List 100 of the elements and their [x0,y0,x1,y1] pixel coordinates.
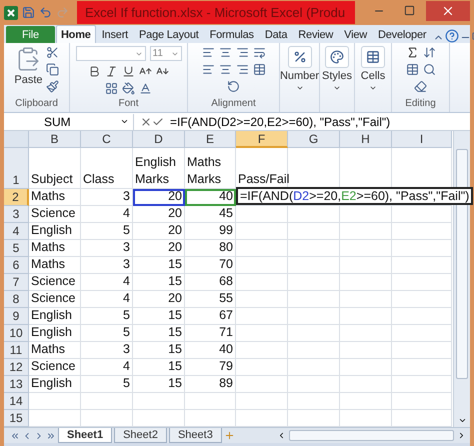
sheet-tab[interactable]: Sheet2 [114,428,167,443]
scroll-right-icon[interactable] [457,431,466,440]
enter-icon[interactable] [152,116,164,128]
table-cell: 4 [81,274,133,291]
ribbon-tab[interactable]: View [339,25,372,43]
ribbon-tab[interactable]: Formulas [204,25,259,43]
bold-icon[interactable] [88,65,101,78]
table-cell: 99 [185,223,236,240]
group-label: Alignment [210,98,257,111]
row-header[interactable]: 13 [4,376,29,393]
ribbon-tab[interactable]: Review [293,25,338,43]
row-header[interactable]: 8 [4,291,29,308]
table-cell [392,393,452,410]
ribbon-tab[interactable]: Home [56,25,96,43]
table-cell: 40 [185,342,236,359]
italic-icon[interactable] [105,65,118,78]
referenced-cell: 20 [133,189,185,206]
font-name-field[interactable] [76,46,146,61]
caret-icon [333,84,341,92]
table-cell: 71 [185,325,236,342]
font-size-field[interactable]: 11 [150,46,182,61]
column-header[interactable]: H [340,131,392,148]
help-icon[interactable] [445,29,460,43]
file-tab[interactable]: File [6,26,55,43]
align-right-icon[interactable] [236,46,248,59]
row-header[interactable]: 4 [4,223,29,240]
table-cell: 4 [81,206,133,223]
styles-button[interactable]: Styles [322,46,352,98]
cells-button[interactable]: Cells [360,46,386,98]
caret-icon [368,84,377,92]
merge-icon[interactable] [252,63,266,76]
scroll-down-icon[interactable] [458,416,466,425]
row-header[interactable]: 12 [4,359,29,376]
row-header[interactable]: 11 [4,342,29,359]
number-button[interactable]: Number [280,46,320,98]
first-sheet-icon[interactable] [10,430,20,440]
undo-icon[interactable] [39,6,52,19]
formula-field[interactable]: =IF(AND(D2>=20,E2>=60), "Pass","Fail") [164,114,470,128]
paintbrush-icon[interactable] [46,80,59,93]
save-icon[interactable] [22,6,35,19]
cancel-icon[interactable] [140,116,152,128]
scissors-icon[interactable] [46,46,59,59]
row-header[interactable]: 15 [4,410,29,427]
row-header[interactable]: 9 [4,308,29,325]
row-header[interactable]: 2 [4,189,29,206]
table-cell: English [29,223,81,240]
align-center-icon[interactable] [218,46,232,59]
cell-formula[interactable]: =IF(AND(D2>=20,E2>=60), "Pass","Fail") [236,187,474,205]
close-button[interactable] [426,0,470,20]
table-cell [392,257,452,274]
row-header[interactable]: 5 [4,240,29,257]
rotate-icon[interactable] [227,80,240,93]
eraser-icon[interactable] [414,80,427,93]
row-header[interactable]: 6 [4,257,29,274]
column-header[interactable]: G [288,131,340,148]
row-header[interactable]: 3 [4,206,29,223]
align-left-icon[interactable] [202,63,214,76]
scroll-thumb[interactable] [288,430,454,441]
column-header[interactable]: D [133,131,185,148]
table-cell [288,342,340,359]
row-header[interactable]: 1 [4,148,29,189]
table-cell: 5 [81,325,133,342]
row-header[interactable]: 7 [4,274,29,291]
sheet-tab[interactable]: Sheet3 [168,428,222,443]
table-cell: 55 [185,291,236,308]
search-icon[interactable] [422,63,436,76]
paint-bucket-icon[interactable] [122,82,135,95]
table-cell [81,393,133,410]
ribbon-tab[interactable]: Page Layout [134,25,204,43]
ribbon-tab[interactable]: Developer [373,25,432,43]
sheet-tab[interactable]: Sheet1 [58,428,112,443]
column-header[interactable]: E [185,131,236,148]
column-header[interactable]: C [81,131,133,148]
column-header[interactable]: B [29,131,81,148]
font-color-icon[interactable] [139,82,152,95]
table-cell [236,257,288,274]
borders-icon[interactable] [105,82,118,95]
paste-button[interactable]: Paste [14,46,43,98]
name-box[interactable]: SUM [4,114,134,130]
table-cell [392,223,452,240]
align-right-icon[interactable] [236,63,248,76]
ribbon-tab[interactable]: Insert [96,25,134,43]
table-cell: Subject [29,148,81,189]
column-header[interactable]: F [236,131,288,148]
caret-icon [120,117,129,126]
align-center-icon[interactable] [218,63,232,76]
table-cell [236,274,288,291]
align-left-icon[interactable] [202,46,214,59]
fill-icon[interactable] [406,63,418,76]
wrap-text-icon[interactable] [252,46,266,59]
table-cell [288,376,340,393]
copy-icon[interactable] [46,63,59,76]
sort-icon[interactable] [422,46,436,59]
row-header[interactable]: 10 [4,325,29,342]
table-cell [288,223,340,240]
underline-icon[interactable] [122,65,135,78]
row-header[interactable]: 14 [4,393,29,410]
ribbon-tab[interactable]: Data [260,25,292,43]
column-header[interactable]: I [392,131,452,148]
last-sheet-icon[interactable] [46,430,56,440]
